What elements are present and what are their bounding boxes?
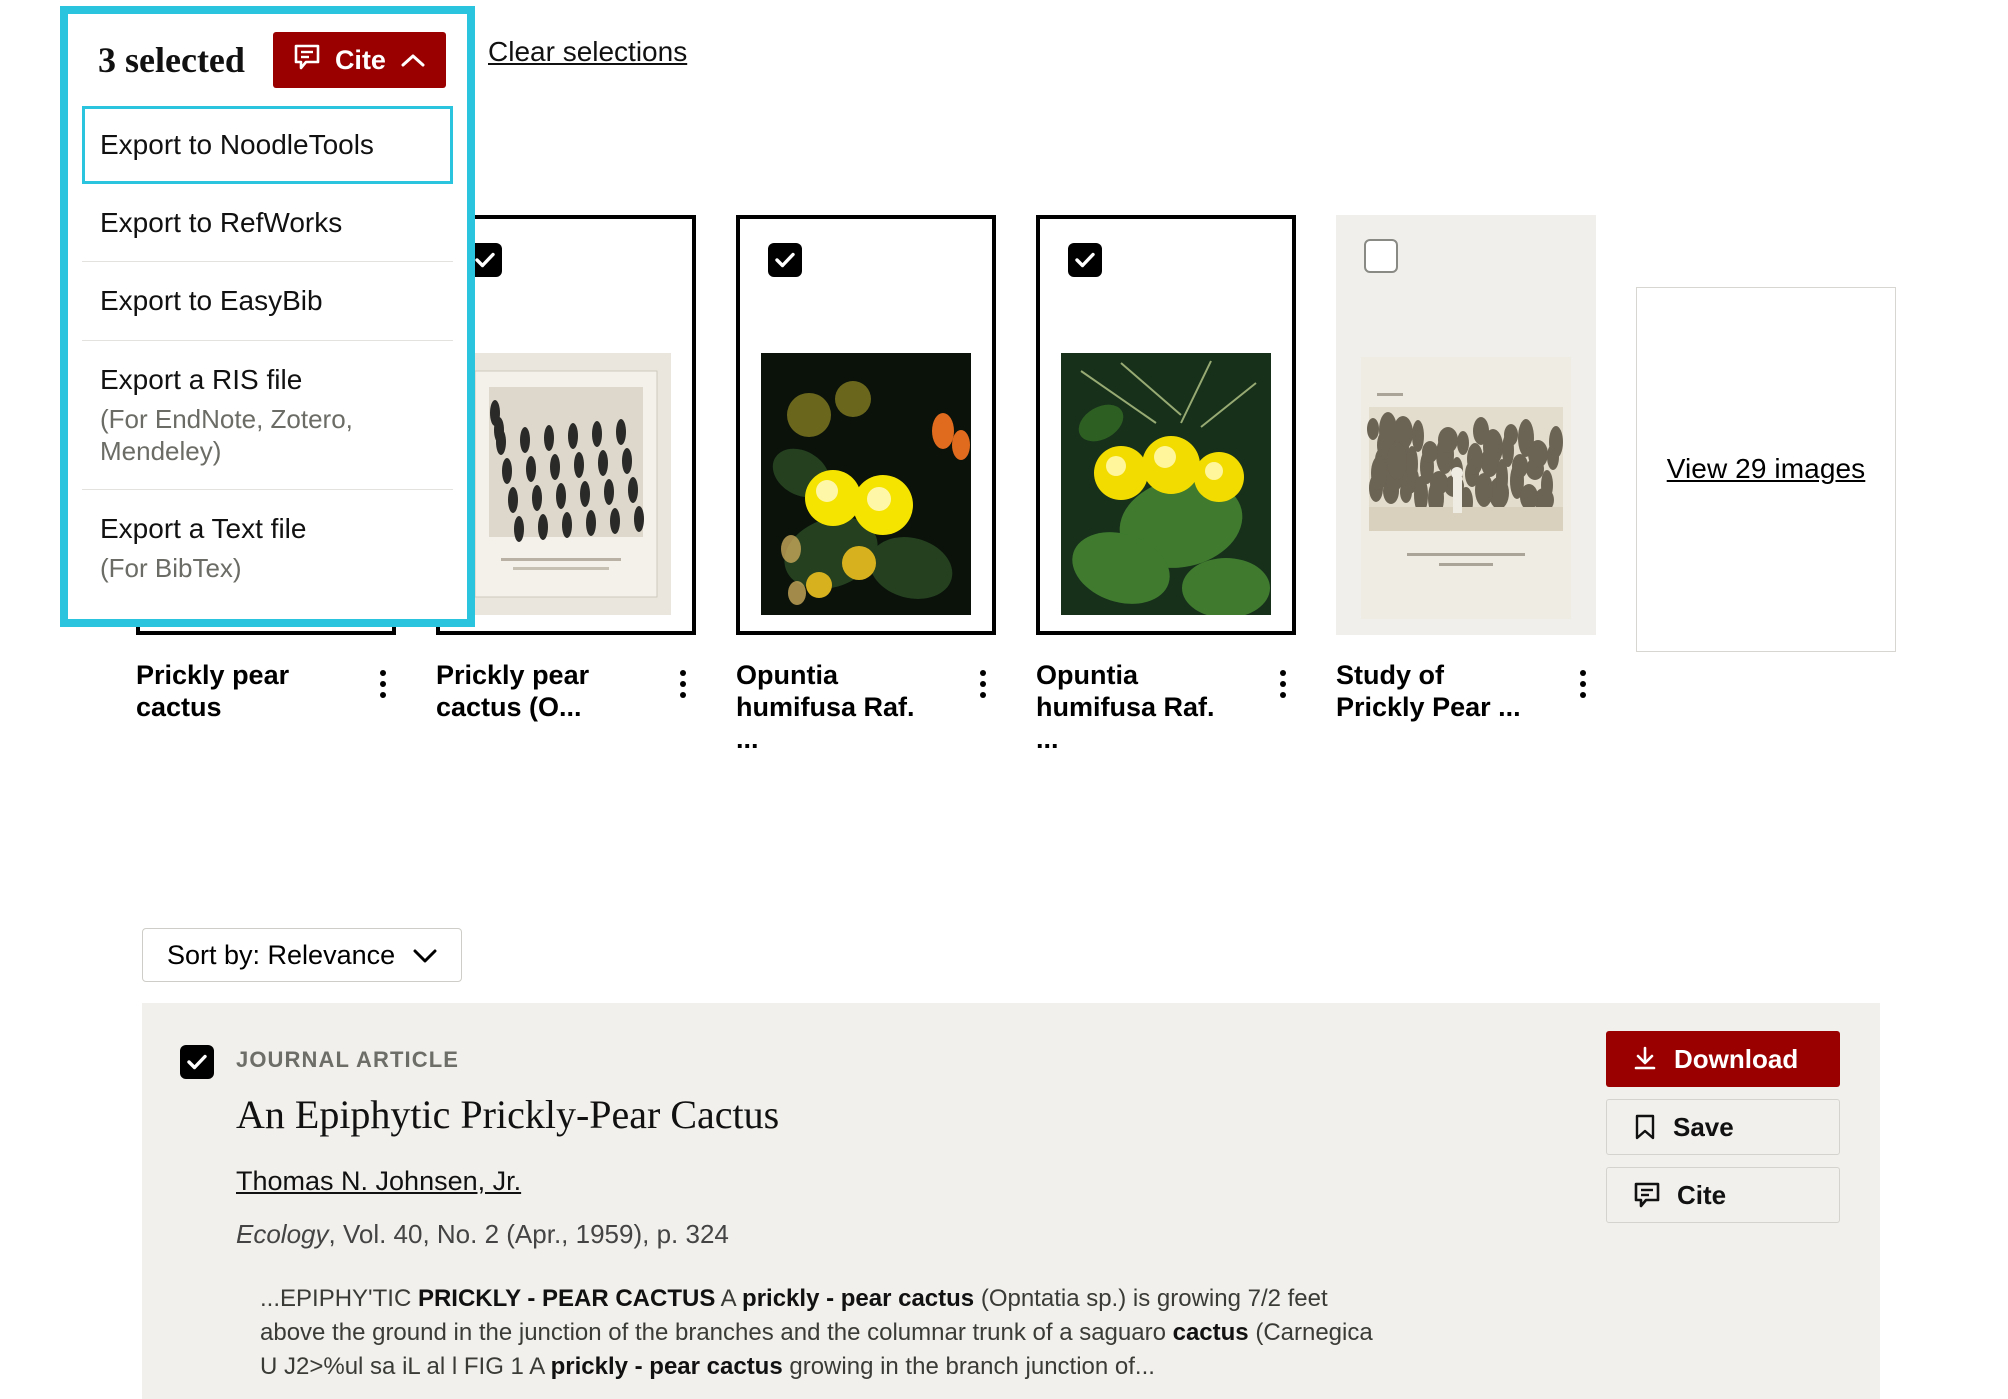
chevron-down-icon — [413, 940, 437, 971]
image-result-card[interactable] — [1336, 215, 1596, 635]
image-thumbnail — [461, 353, 671, 615]
more-options-icon[interactable] — [670, 660, 696, 698]
cite-export-menu-item[interactable]: Export to NoodleTools — [82, 106, 453, 184]
snippet-highlight: prickly - pear cactus — [742, 1284, 975, 1312]
image-thumbnail — [1061, 353, 1271, 615]
cite-export-menu-item-label: Export to NoodleTools — [100, 129, 374, 160]
image-thumbnail — [1361, 357, 1571, 619]
snippet-text: A — [715, 1284, 743, 1312]
cite-export-menu-item-label: Export to EasyBib — [100, 285, 323, 317]
cite-export-menu-item-sublabel: (For EndNote, Zotero, Mendeley) — [100, 404, 353, 466]
image-caption-title[interactable]: Study of Prickly Pear ... — [1336, 660, 1521, 724]
cite-export-panel: 3 selected Cite Export to NoodleTools Exp… — [60, 6, 475, 627]
clear-selections-link[interactable]: Clear selections — [488, 36, 687, 68]
cite-export-menu: Export to NoodleTools Export to RefWorks E… — [68, 106, 467, 619]
view-all-images-link[interactable]: View 29 images — [1667, 451, 1866, 487]
download-icon — [1632, 1046, 1658, 1072]
cite-toggle-button[interactable]: Cite — [272, 32, 446, 88]
image-select-checkbox[interactable] — [1068, 243, 1102, 277]
image-thumbnail — [761, 353, 971, 615]
image-result-card[interactable] — [1036, 215, 1296, 635]
chevron-up-icon — [400, 45, 426, 76]
bookmark-icon — [1633, 1114, 1657, 1140]
cite-export-menu-item[interactable]: Export to EasyBib — [82, 262, 453, 341]
more-options-icon[interactable] — [370, 660, 396, 698]
more-options-icon[interactable] — [970, 660, 996, 698]
snippet-highlight: cactus — [1172, 1318, 1249, 1346]
download-button-label: Download — [1674, 1043, 1799, 1074]
image-select-checkbox[interactable] — [768, 243, 802, 277]
download-button[interactable]: Download — [1606, 1031, 1840, 1087]
image-caption-cell: Prickly pear cactus — [136, 660, 396, 756]
snippet-text: ...EPIPHY'TIC — [260, 1284, 418, 1312]
result-citation-rest: , Vol. 40, No. 2 (Apr., 1959), p. 324 — [328, 1218, 729, 1249]
image-caption-title[interactable]: Opuntia humifusa Raf. ... — [736, 660, 921, 756]
cite-speech-bubble-icon — [293, 43, 321, 78]
result-type-label: JOURNAL ARTICLE — [236, 1047, 460, 1072]
more-options-icon[interactable] — [1270, 660, 1296, 698]
snippet-highlight: prickly - pear cactus — [550, 1352, 783, 1380]
image-caption-cell: Opuntia humifusa Raf. ... — [736, 660, 996, 756]
image-caption-title[interactable]: Prickly pear cactus (O... — [436, 660, 621, 724]
image-result-card[interactable] — [736, 215, 996, 635]
result-journal-name: Ecology — [236, 1218, 329, 1249]
image-caption-title[interactable]: Prickly pear cactus — [136, 660, 321, 724]
cite-export-menu-item[interactable]: Export a RIS file (For EndNote, Zotero, M… — [82, 341, 453, 490]
cite-export-menu-item-label: Export a RIS file — [100, 363, 303, 395]
sort-by-label: Sort by: Relevance — [167, 939, 396, 970]
image-result-card[interactable] — [436, 215, 696, 635]
cite-button[interactable]: Cite — [1606, 1167, 1840, 1223]
selected-count-label: 3 selected — [98, 40, 245, 80]
view-all-images-card[interactable]: View 29 images — [1636, 287, 1896, 652]
cite-export-menu-item-label: Export a Text file — [100, 512, 307, 544]
image-select-checkbox[interactable] — [1364, 239, 1398, 273]
search-results-page: View 29 images Prickly pear cactus Prickl… — [0, 0, 2008, 1399]
cite-button-label: Cite — [334, 44, 386, 75]
image-caption-cell: Prickly pear cactus (O... — [436, 660, 696, 756]
more-options-icon[interactable] — [1570, 660, 1596, 698]
image-caption-cell: Study of Prickly Pear ... — [1336, 660, 1596, 756]
result-actions: Download Save Cite — [1606, 1031, 1840, 1223]
result-citation: Ecology, Vol. 40, No. 2 (Apr., 1959), p.… — [236, 1219, 1840, 1250]
result-select-checkbox[interactable] — [180, 1045, 214, 1079]
image-caption-title[interactable]: Opuntia humifusa Raf. ... — [1036, 660, 1221, 756]
image-caption-cell: Opuntia humifusa Raf. ... — [1036, 660, 1296, 756]
snippet-highlight: PRICKLY - PEAR CACTUS — [417, 1284, 716, 1312]
image-captions-strip: Prickly pear cactus Prickly pear cactus (… — [136, 660, 1916, 756]
result-title[interactable]: An Epiphytic Prickly-Pear Cactus — [236, 1092, 1840, 1138]
cite-export-menu-item[interactable]: Export to RefWorks — [82, 184, 453, 263]
search-result-card: JOURNAL ARTICLE An Epiphytic Prickly-Pea… — [142, 1003, 1880, 1399]
cite-button-label: Cite — [1677, 1179, 1727, 1210]
snippet-text: growing in the branch junction of... — [782, 1352, 1155, 1380]
cite-panel-header: 3 selected Cite — [68, 14, 467, 106]
cite-export-menu-item-sublabel: (For BibTex) — [100, 553, 242, 584]
sort-by-dropdown[interactable]: Sort by: Relevance — [142, 928, 463, 982]
save-button-label: Save — [1673, 1111, 1734, 1142]
result-author-link[interactable]: Thomas N. Johnsen, Jr. — [236, 1166, 521, 1197]
cite-speech-bubble-icon — [1633, 1181, 1661, 1209]
cite-export-menu-item[interactable]: Export a Text file (For BibTex) — [82, 490, 453, 607]
cite-export-menu-item-label: Export to RefWorks — [100, 206, 343, 238]
result-snippet: ...EPIPHY'TIC PRICKLY - PEAR CACTUS A pr… — [260, 1282, 1390, 1384]
save-button[interactable]: Save — [1606, 1099, 1840, 1155]
